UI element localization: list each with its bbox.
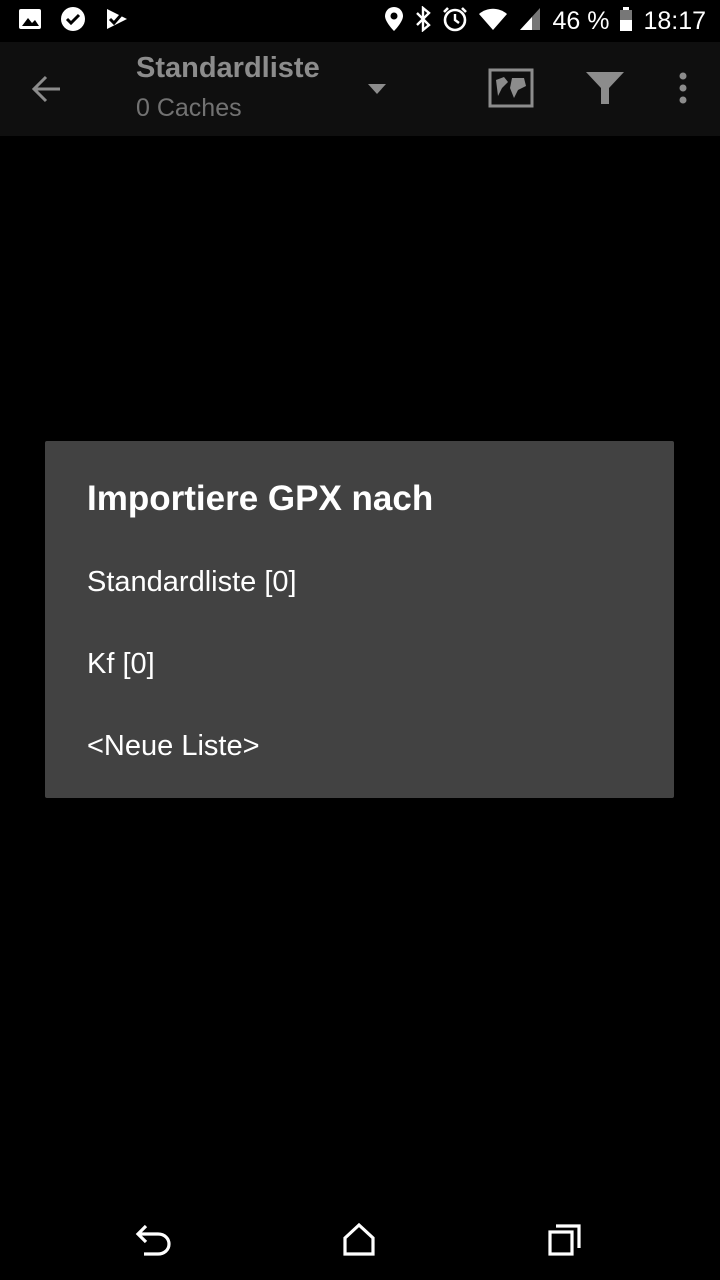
system-indicators: 46 % 18:17 xyxy=(384,4,706,38)
list-option-standardliste[interactable]: Standardliste [0] xyxy=(45,541,674,623)
import-gpx-dialog: Importiere GPX nach Standardliste [0] Kf… xyxy=(45,441,674,798)
filter-icon[interactable] xyxy=(584,68,626,113)
back-icon[interactable] xyxy=(134,1222,174,1263)
clock: 18:17 xyxy=(643,7,706,35)
list-option-kf[interactable]: Kf [0] xyxy=(45,623,674,705)
location-icon xyxy=(384,6,404,37)
alarm-icon xyxy=(442,6,468,37)
home-icon[interactable] xyxy=(340,1222,378,1263)
more-vert-icon[interactable] xyxy=(670,68,696,113)
map-icon[interactable] xyxy=(488,68,534,113)
recents-icon[interactable] xyxy=(546,1222,584,1263)
notification-icons xyxy=(18,6,130,37)
app-toolbar: Standardliste 0 Caches xyxy=(0,42,720,136)
image-icon xyxy=(18,7,42,36)
check-circle-icon xyxy=(60,6,86,37)
list-options: Standardliste [0] Kf [0] <Neue Liste> xyxy=(45,541,674,787)
battery-icon xyxy=(619,6,633,37)
dialog-title: Importiere GPX nach xyxy=(87,479,434,518)
navigation-bar xyxy=(0,1200,720,1280)
check-flag-icon xyxy=(104,6,130,37)
list-option-new-list[interactable]: <Neue Liste> xyxy=(45,705,674,787)
list-title[interactable]: Standardliste xyxy=(136,52,320,85)
wifi-icon xyxy=(478,6,508,37)
cache-count: 0 Caches xyxy=(136,94,242,122)
status-bar: 46 % 18:17 xyxy=(0,0,720,42)
bluetooth-icon xyxy=(414,4,432,37)
back-arrow-icon[interactable] xyxy=(26,69,66,114)
battery-percentage: 46 % xyxy=(552,7,610,35)
dropdown-caret-icon[interactable] xyxy=(366,82,388,101)
signal-icon xyxy=(518,6,542,37)
